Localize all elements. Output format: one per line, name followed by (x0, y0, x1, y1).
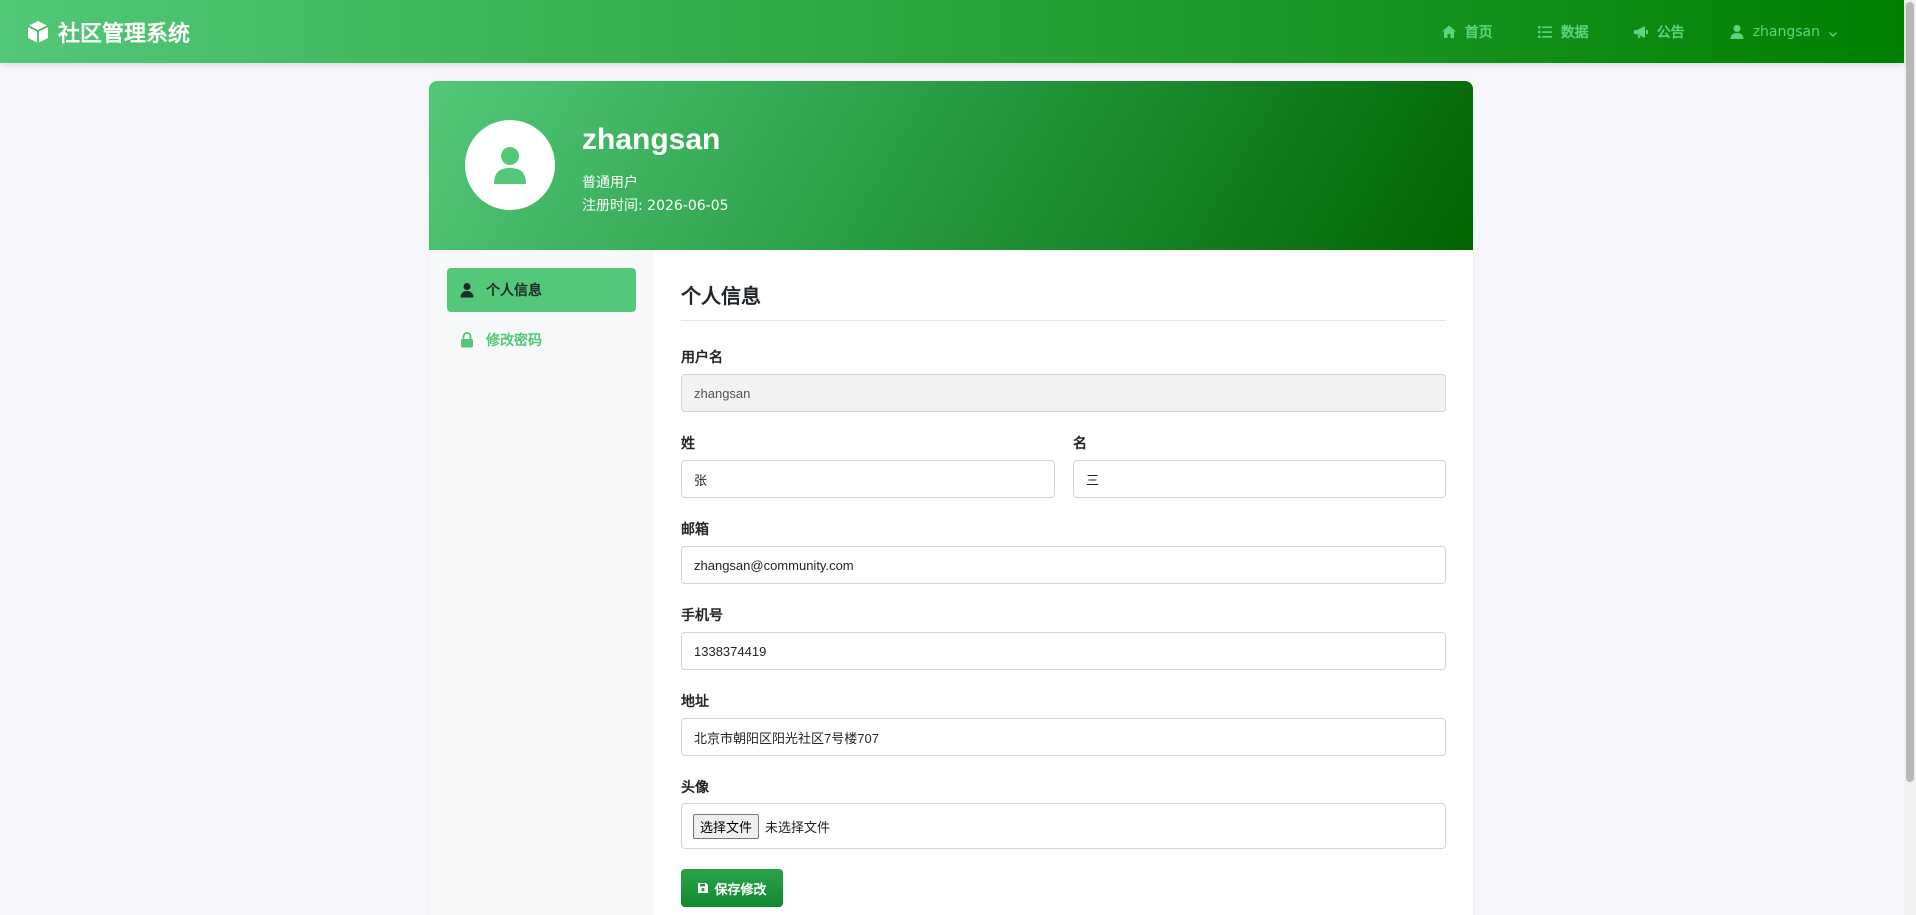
address-label: 地址 (681, 694, 709, 710)
nav-home[interactable]: 首页 (1419, 0, 1515, 63)
scrollbar-thumb[interactable] (1906, 2, 1914, 782)
nav-announcements-label: 公告 (1656, 24, 1685, 41)
top-navbar: 社区管理系统 首页 数据 公告 zhangsan (0, 0, 1904, 63)
nav-links: 首页 数据 公告 zhangsan (1419, 0, 1860, 63)
email-field[interactable]: zhangsan@community.com (681, 546, 1446, 584)
profile-form: 个人信息 用户名 zhangsan 姓 张 名 三 邮箱 zhangsan@co… (653, 250, 1473, 915)
save-button[interactable]: 保存修改 (681, 869, 783, 907)
profile-registration-time: 注册时间: 2026-06-05 (582, 198, 729, 214)
sidebar-item-personal-info[interactable]: 个人信息 (447, 268, 636, 312)
username-label: 用户名 (681, 350, 723, 366)
first-name-label: 名 (1073, 436, 1087, 452)
nav-data-label: 数据 (1560, 24, 1589, 41)
username-field: zhangsan (681, 374, 1446, 412)
save-button-label: 保存修改 (714, 882, 767, 898)
avatar-file-input: 选择文件 未选择文件 (681, 803, 1446, 849)
avatar-user-icon (494, 147, 526, 184)
divider (681, 320, 1446, 321)
list-icon (1537, 24, 1553, 40)
chevron-down-icon (1828, 27, 1838, 37)
profile-card: zhangsan 普通用户 注册时间: 2026-06-05 个人信息 修改密码… (429, 81, 1473, 915)
last-name-label: 姓 (681, 436, 695, 452)
profile-role: 普通用户 (582, 175, 638, 191)
avatar-label: 头像 (681, 780, 709, 796)
sidebar-item-label: 修改密码 (486, 333, 542, 349)
page-scrollbar[interactable] (1904, 0, 1916, 915)
file-status-text: 未选择文件 (765, 820, 831, 836)
brand-title: 社区管理系统 (58, 21, 191, 47)
home-icon (1441, 24, 1457, 40)
last-name-field[interactable]: 张 (681, 460, 1055, 498)
profile-header: zhangsan 普通用户 注册时间: 2026-06-05 (429, 81, 1473, 250)
brand[interactable]: 社区管理系统 (26, 0, 190, 63)
sidebar-item-label: 个人信息 (486, 283, 542, 299)
email-label: 邮箱 (681, 522, 709, 538)
avatar (465, 120, 555, 210)
nav-home-label: 首页 (1464, 24, 1493, 41)
user-menu[interactable]: zhangsan (1707, 0, 1860, 63)
cube-icon (26, 20, 50, 44)
megaphone-icon (1633, 24, 1649, 40)
nav-announcements[interactable]: 公告 (1611, 0, 1707, 63)
phone-label: 手机号 (681, 608, 723, 624)
sidebar-item-change-password[interactable]: 修改密码 (447, 318, 636, 362)
phone-field[interactable]: 1338374419 (681, 632, 1446, 670)
first-name-field[interactable]: 三 (1073, 460, 1446, 498)
profile-sidebar: 个人信息 修改密码 (429, 250, 653, 915)
user-menu-label: zhangsan (1752, 23, 1820, 40)
choose-file-button[interactable]: 选择文件 (693, 813, 760, 839)
lock-icon (460, 332, 474, 348)
section-title: 个人信息 (681, 284, 761, 308)
profile-username: zhangsan (582, 123, 721, 156)
user-icon (460, 282, 474, 298)
address-field[interactable]: 北京市朝阳区阳光社区7号楼707 (681, 718, 1446, 756)
nav-data[interactable]: 数据 (1515, 0, 1611, 63)
user-icon (1729, 24, 1745, 40)
save-icon (697, 882, 709, 894)
